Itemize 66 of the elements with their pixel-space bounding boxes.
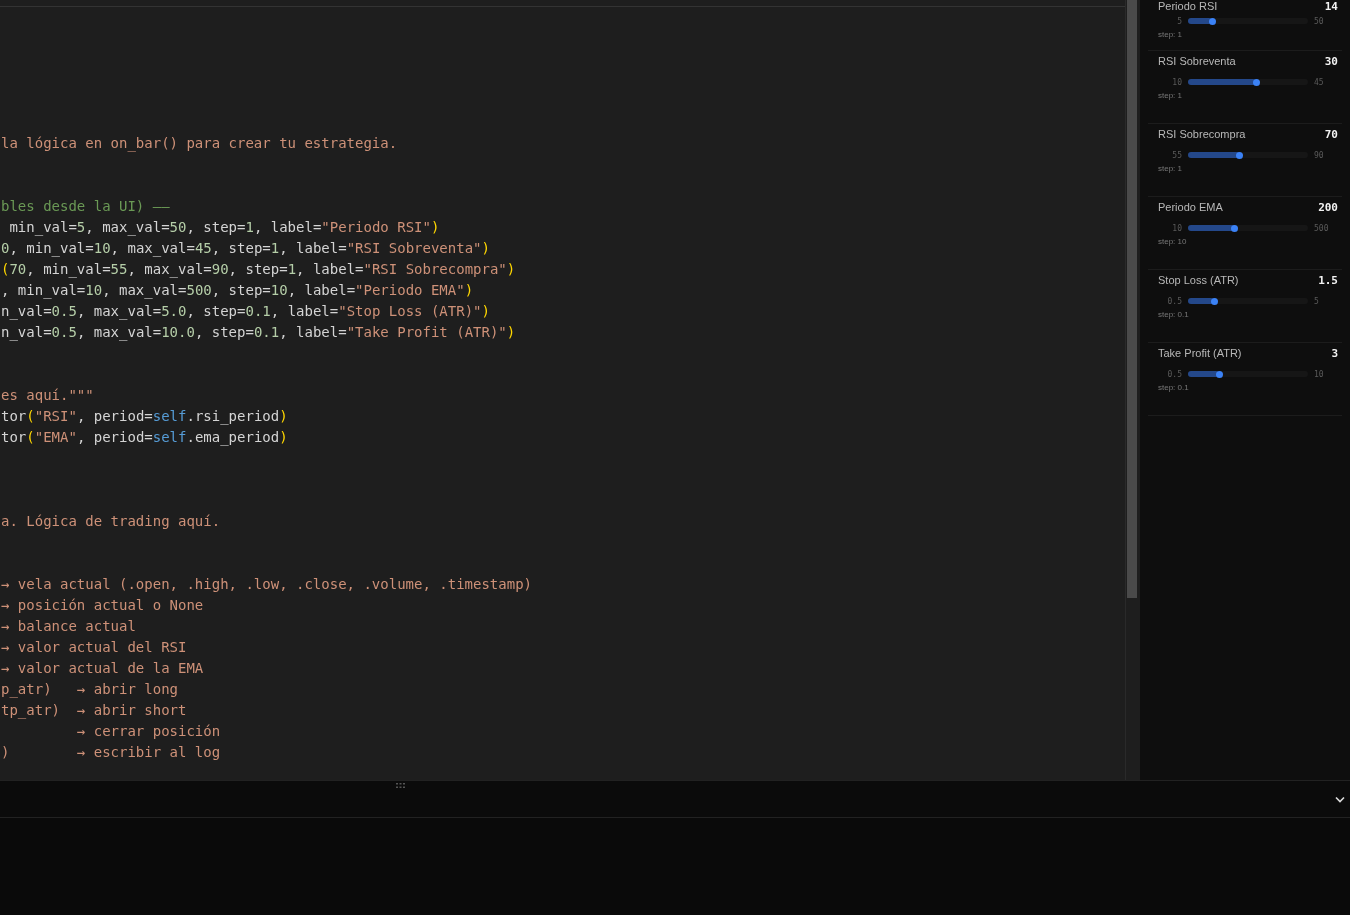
min-value: 0.5	[1166, 369, 1182, 379]
code-line: la lógica en on_bar() para crear tu estrategia.	[1, 134, 398, 154]
code-line: 0, min_val=10, max_val=45, step=1, label="RSI Sobreventa")	[1, 239, 490, 259]
max-value: 5	[1314, 296, 1320, 306]
parameter-value: 1.5	[1318, 273, 1338, 287]
slider-thumb[interactable]	[1208, 17, 1216, 25]
step-label: step: 0.1	[1158, 310, 1190, 319]
code-line: tor("EMA", period=self.ema_period)	[1, 428, 288, 448]
code-line: → posición actual o None	[1, 596, 204, 615]
parameter-label: RSI Sobrecompra	[1158, 128, 1246, 140]
code-line: → vela actual (.open, .high, .low, .close, .volume, .timestamp)	[1, 575, 532, 594]
max-value: 500	[1314, 223, 1330, 233]
step-label: step: 1	[1158, 164, 1183, 173]
code-line: (70, min_val=55, max_val=90, step=1, label="RSI Sobrecompra")	[1, 260, 516, 280]
code-line: → cerrar posición	[75, 722, 221, 741]
code-line: → balance actual	[1, 617, 136, 636]
min-value: 55	[1171, 150, 1182, 160]
code-line: , min_val=10, max_val=500, step=10, label="Periodo EMA")	[1, 281, 474, 301]
max-value: 90	[1314, 150, 1325, 160]
step-label: step: 0.1	[1158, 383, 1190, 392]
code-line: bles desde la UI) ——	[1, 197, 170, 216]
parameter-label: Take Profit (ATR)	[1158, 347, 1242, 359]
parameter-label: Stop Loss (ATR)	[1158, 274, 1239, 286]
parameter-label: Periodo RSI	[1158, 0, 1218, 12]
chevron-down-icon[interactable]	[1335, 795, 1345, 803]
code-line: tor("RSI", period=self.rsi_period)	[1, 407, 288, 427]
code-line: n_val=0.5, max_val=5.0, step=0.1, label="Stop Loss (ATR)")	[1, 302, 490, 322]
parameter-value: 200	[1318, 200, 1338, 214]
code-line: tp_atr) → abrir short	[1, 701, 187, 721]
scrollbar-thumb[interactable]	[1127, 0, 1137, 598]
slider-track[interactable]	[1188, 152, 1308, 158]
code-line: → valor actual del RSI	[1, 638, 187, 657]
parameter-label: RSI Sobreventa	[1158, 55, 1236, 67]
max-value: 45	[1314, 77, 1325, 87]
step-label: step: 1	[1158, 91, 1183, 100]
code-line: min_val=5, max_val=50, step=1, label="Periodo RSI")	[8, 218, 440, 238]
code-line: a. Lógica de trading aquí.	[1, 512, 221, 531]
slider-track[interactable]	[1188, 298, 1308, 304]
slider-thumb[interactable]	[1252, 78, 1260, 86]
code-line: → valor actual de la EMA	[1, 659, 204, 678]
min-value: 10	[1171, 223, 1182, 233]
max-value: 10	[1314, 369, 1325, 379]
slider-thumb[interactable]	[1215, 370, 1223, 378]
slider-track[interactable]	[1188, 18, 1308, 24]
slider-thumb[interactable]	[1236, 151, 1244, 159]
code-line: ) → escribir al log	[1, 743, 221, 762]
parameter-value: 30	[1324, 54, 1338, 68]
slider-thumb[interactable]	[1231, 224, 1239, 232]
min-value: 10	[1171, 77, 1182, 87]
code-line: p_atr) → abrir long	[1, 680, 178, 700]
code-line: n_val=0.5, max_val=10.0, step=0.1, label="Take Profit (ATR)")	[1, 323, 516, 343]
min-value: 5	[1176, 16, 1182, 26]
min-value: 0.5	[1166, 296, 1182, 306]
slider-track[interactable]	[1188, 371, 1308, 377]
drag-handle-icon[interactable]	[396, 783, 405, 788]
parameter-value: 3	[1331, 346, 1338, 360]
max-value: 50	[1314, 16, 1325, 26]
code-line: es aquí."""	[1, 386, 94, 405]
parameter-value: 14	[1324, 0, 1338, 13]
slider-track[interactable]	[1188, 225, 1308, 231]
slider-track[interactable]	[1188, 79, 1308, 85]
parameter-value: 70	[1324, 127, 1338, 141]
slider-thumb[interactable]	[1210, 297, 1218, 305]
parameter-label: Periodo EMA	[1158, 201, 1223, 213]
step-label: step: 10	[1158, 237, 1188, 246]
step-label: step: 1	[1158, 30, 1183, 39]
